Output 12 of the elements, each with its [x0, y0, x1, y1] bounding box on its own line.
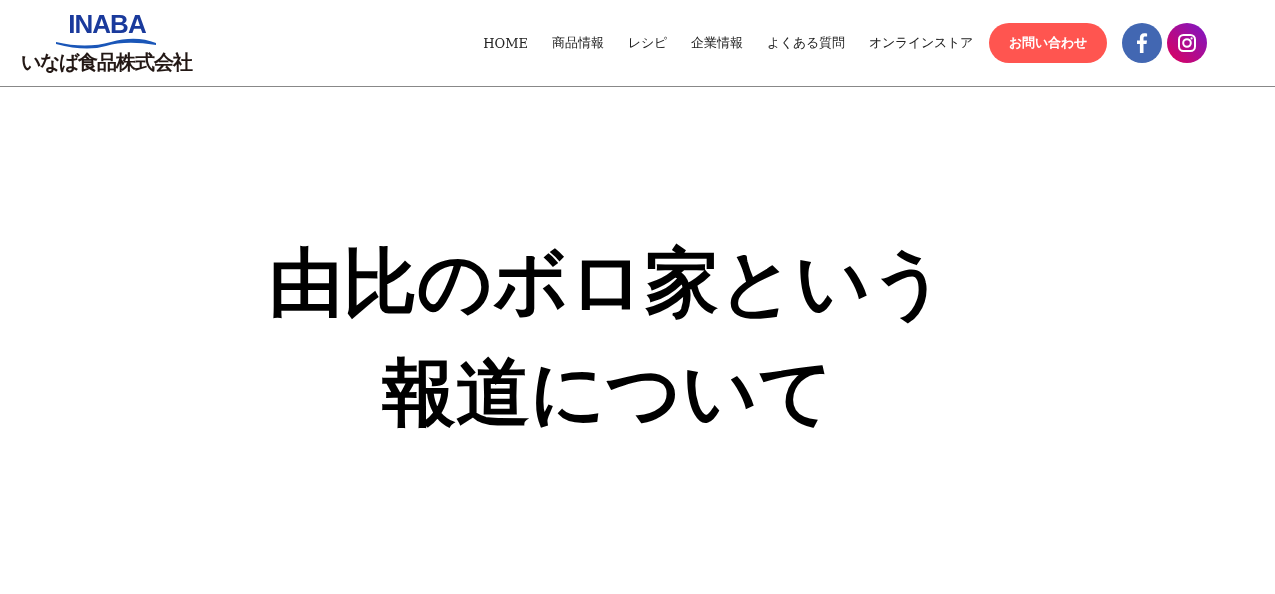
- nav-link[interactable]: オンラインストア: [869, 34, 973, 52]
- page-heading: 由比のボロ家という 報道について: [268, 238, 947, 437]
- nav-link[interactable]: HOME: [483, 35, 528, 51]
- company-name: いなば食品株式会社: [20, 49, 192, 75]
- nav-link[interactable]: 商品情報: [552, 34, 604, 52]
- nav-link[interactable]: 企業情報: [691, 34, 743, 52]
- nav-link[interactable]: レシピ: [628, 34, 667, 52]
- brand-logo[interactable]: INABA: [68, 11, 146, 37]
- wave-icon: [56, 37, 156, 49]
- instagram-icon[interactable]: [1167, 23, 1207, 63]
- nav-link[interactable]: よくある質問: [767, 34, 845, 52]
- facebook-icon[interactable]: [1122, 23, 1162, 63]
